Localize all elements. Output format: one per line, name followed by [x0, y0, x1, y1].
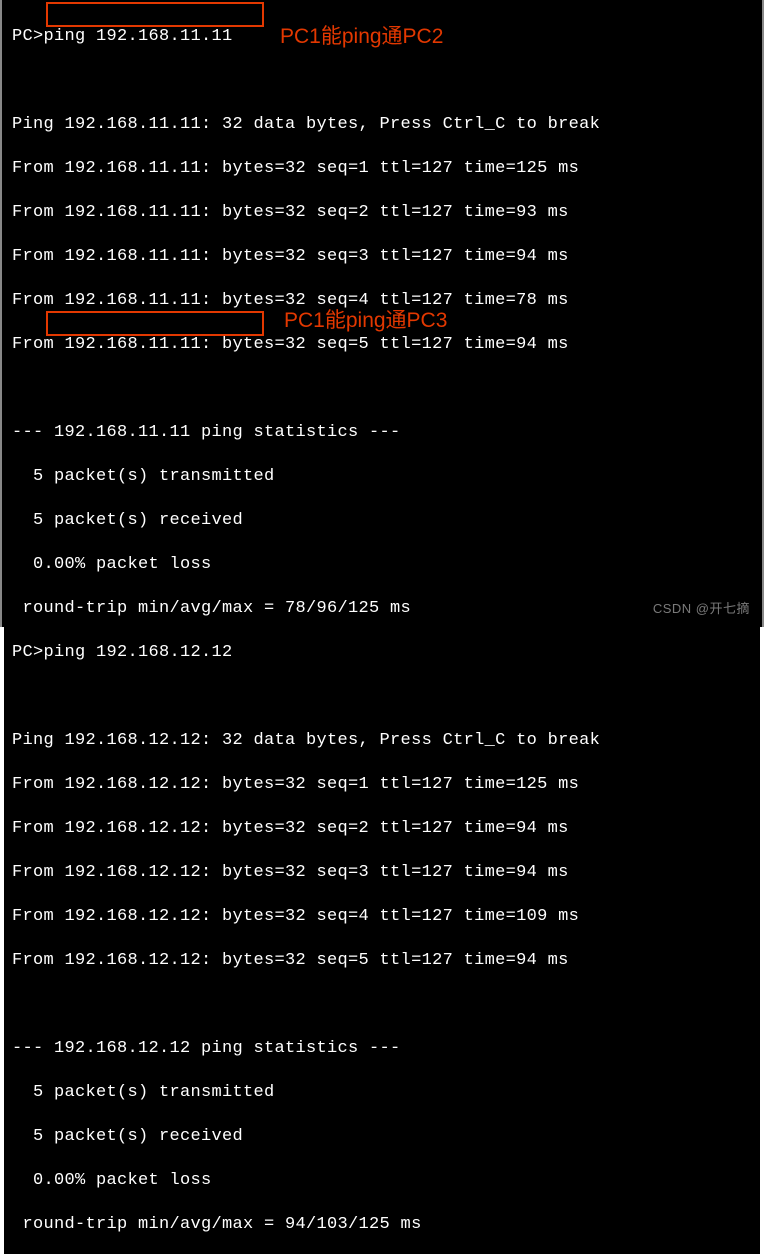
- prompt: PC>: [12, 27, 44, 46]
- terminal-window: PC>ping 192.168.11.11 Ping 192.168.11.11…: [0, 0, 764, 627]
- stats-header: --- 192.168.11.11 ping statistics ---: [12, 422, 760, 444]
- ping-reply: From 192.168.12.12: bytes=32 seq=2 ttl=1…: [12, 818, 760, 840]
- terminal-output[interactable]: PC>ping 192.168.11.11 Ping 192.168.11.11…: [4, 4, 760, 1254]
- ping-reply: From 192.168.11.11: bytes=32 seq=2 ttl=1…: [12, 202, 760, 224]
- stats-loss: 0.00% packet loss: [12, 554, 760, 576]
- command-text: ping 192.168.11.11: [44, 27, 233, 46]
- command-text: ping 192.168.12.12: [44, 643, 233, 662]
- prompt: PC>: [12, 643, 44, 662]
- cmd-line-1: PC>ping 192.168.11.11: [12, 26, 760, 48]
- stats-tx: 5 packet(s) transmitted: [12, 466, 760, 488]
- stats-tx: 5 packet(s) transmitted: [12, 1082, 760, 1104]
- ping-reply: From 192.168.11.11: bytes=32 seq=4 ttl=1…: [12, 290, 760, 312]
- blank-line: [12, 994, 760, 1016]
- ping-reply: From 192.168.11.11: bytes=32 seq=5 ttl=1…: [12, 334, 760, 356]
- stats-rx: 5 packet(s) received: [12, 510, 760, 532]
- blank-line: [12, 378, 760, 400]
- ping-header: Ping 192.168.11.11: 32 data bytes, Press…: [12, 114, 760, 136]
- blank-line: [12, 686, 760, 708]
- ping-reply: From 192.168.12.12: bytes=32 seq=3 ttl=1…: [12, 862, 760, 884]
- stats-rtt: round-trip min/avg/max = 94/103/125 ms: [12, 1214, 760, 1236]
- stats-rtt: round-trip min/avg/max = 78/96/125 ms: [12, 598, 760, 620]
- ping-reply: From 192.168.11.11: bytes=32 seq=1 ttl=1…: [12, 158, 760, 180]
- cmd-line-2: PC>ping 192.168.12.12: [12, 642, 760, 664]
- stats-rx: 5 packet(s) received: [12, 1126, 760, 1148]
- stats-header: --- 192.168.12.12 ping statistics ---: [12, 1038, 760, 1060]
- ping-reply: From 192.168.11.11: bytes=32 seq=3 ttl=1…: [12, 246, 760, 268]
- stats-loss: 0.00% packet loss: [12, 1170, 760, 1192]
- ping-header: Ping 192.168.12.12: 32 data bytes, Press…: [12, 730, 760, 752]
- ping-reply: From 192.168.12.12: bytes=32 seq=5 ttl=1…: [12, 950, 760, 972]
- ping-reply: From 192.168.12.12: bytes=32 seq=4 ttl=1…: [12, 906, 760, 928]
- ping-reply: From 192.168.12.12: bytes=32 seq=1 ttl=1…: [12, 774, 760, 796]
- blank-line: [12, 70, 760, 92]
